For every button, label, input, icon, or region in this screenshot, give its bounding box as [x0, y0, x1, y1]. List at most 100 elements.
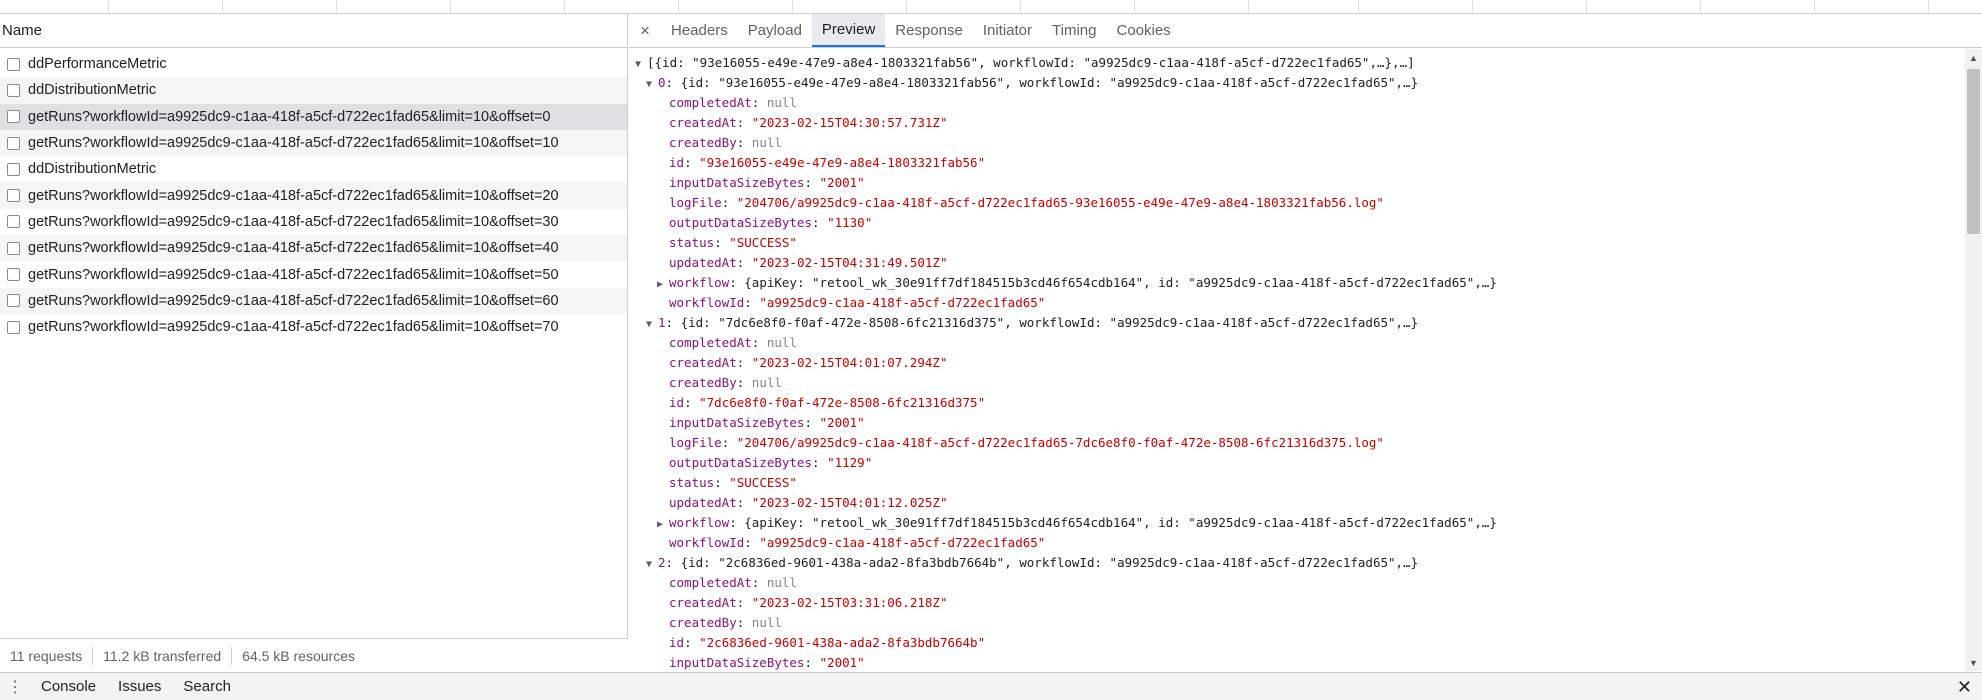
request-name: getRuns?workflowId=a9925dc9-c1aa-418f-a5…	[28, 213, 559, 230]
drawer-tab-search[interactable]: Search	[172, 678, 242, 695]
json-line: status: "SUCCESS"	[629, 473, 1965, 493]
json-line: createdBy: null	[629, 373, 1965, 393]
json-line: createdAt: "2023-02-15T04:30:57.731Z"	[629, 113, 1965, 133]
request-row[interactable]: getRuns?workflowId=a9925dc9-c1aa-418f-a5…	[0, 129, 627, 157]
close-drawer-icon[interactable]: ✕	[1957, 677, 1972, 698]
json-colon: :	[751, 95, 767, 110]
tab-response[interactable]: Response	[885, 14, 973, 47]
tab-cookies[interactable]: Cookies	[1106, 14, 1180, 47]
json-preview: ▼ [{id: "93e16055-e49e-47e9-a8e4-1803321f…	[629, 49, 1965, 671]
checkbox-icon[interactable]	[7, 57, 20, 71]
resources-size: 64.5 kB resources	[242, 647, 355, 664]
request-name: ddDistributionMetric	[28, 161, 157, 178]
timeline-gridline	[1700, 0, 1701, 13]
json-value: "2023-02-15T04:01:07.294Z"	[751, 355, 948, 370]
request-name: getRuns?workflowId=a9925dc9-c1aa-418f-a5…	[28, 266, 559, 283]
timeline-overview[interactable]	[0, 0, 1982, 14]
request-name: ddPerformanceMetric	[28, 56, 167, 73]
checkbox-icon[interactable]	[7, 162, 20, 176]
json-key: completedAt	[669, 335, 752, 350]
json-colon: :	[729, 275, 745, 290]
json-colon: :	[736, 495, 752, 510]
json-value: "204706/a9925dc9-c1aa-418f-a5cf-d722ec1f…	[736, 195, 1384, 210]
network-summary-bar: 11 requests 11.2 kB transferred 64.5 kB …	[0, 638, 628, 672]
expand-arrow-icon[interactable]: ▶	[657, 275, 669, 295]
expand-arrow-icon[interactable]: ▼	[646, 75, 658, 95]
name-column-header[interactable]: Name	[0, 14, 627, 48]
json-colon: :	[736, 615, 752, 630]
drawer-tab-console[interactable]: Console	[30, 678, 107, 695]
checkbox-icon[interactable]	[7, 268, 20, 282]
json-value: null	[751, 135, 782, 150]
json-colon: :	[744, 295, 760, 310]
json-value: null	[751, 375, 782, 390]
expand-arrow-icon[interactable]: ▼	[646, 315, 658, 335]
request-row[interactable]: getRuns?workflowId=a9925dc9-c1aa-418f-a5…	[0, 261, 627, 287]
request-row[interactable]: getRuns?workflowId=a9925dc9-c1aa-418f-a5…	[0, 103, 627, 130]
checkbox-icon[interactable]	[7, 215, 20, 229]
checkbox-icon[interactable]	[7, 294, 20, 308]
json-value: "a9925dc9-c1aa-418f-a5cf-d722ec1fad65"	[759, 295, 1046, 310]
request-row[interactable]: getRuns?workflowId=a9925dc9-c1aa-418f-a5…	[0, 182, 627, 209]
request-row[interactable]: getRuns?workflowId=a9925dc9-c1aa-418f-a5…	[0, 314, 627, 340]
expand-arrow-icon[interactable]: ▶	[657, 515, 669, 535]
expand-arrow-icon[interactable]: ▼	[646, 555, 658, 575]
json-key: createdAt	[669, 115, 737, 130]
timeline-gridline	[1814, 0, 1815, 13]
json-key: workflow	[669, 515, 730, 530]
timeline-gridline	[1586, 0, 1587, 13]
json-key: inputDataSizeBytes	[669, 415, 805, 430]
request-name: getRuns?workflowId=a9925dc9-c1aa-418f-a5…	[28, 135, 559, 152]
json-colon: :	[729, 515, 745, 530]
close-icon[interactable]: ×	[629, 14, 661, 47]
drawer-tab-issues[interactable]: Issues	[107, 678, 172, 695]
tab-initiator[interactable]: Initiator	[973, 14, 1042, 47]
json-line: inputDataSizeBytes: "2001"	[629, 413, 1965, 433]
checkbox-icon[interactable]	[7, 83, 20, 97]
request-row[interactable]: ddDistributionMetric	[0, 156, 627, 182]
tab-preview[interactable]: Preview	[811, 14, 886, 47]
scroll-up-icon[interactable]: ▲	[1965, 49, 1982, 66]
json-key: id	[669, 155, 685, 170]
tab-timing[interactable]: Timing	[1042, 14, 1106, 47]
checkbox-icon[interactable]	[7, 241, 20, 255]
timeline-gridline	[1248, 0, 1249, 13]
json-object-summary: {id: "2c6836ed-9601-438a-ada2-8fa3bdb766…	[680, 555, 1419, 570]
more-menu-icon[interactable]: ⋮	[0, 677, 30, 697]
json-value: null	[766, 335, 797, 350]
json-colon: :	[812, 455, 828, 470]
json-index: 1	[658, 315, 666, 330]
checkbox-icon[interactable]	[7, 136, 20, 150]
timeline-gridline	[450, 0, 451, 13]
preview-scrollbar[interactable]: ▲ ▼	[1965, 49, 1982, 671]
json-value: "SUCCESS"	[729, 475, 797, 490]
json-colon: :	[721, 435, 737, 450]
request-row[interactable]: ddPerformanceMetric	[0, 51, 627, 77]
checkbox-icon[interactable]	[7, 189, 20, 203]
request-row[interactable]: getRuns?workflowId=a9925dc9-c1aa-418f-a5…	[0, 287, 627, 314]
json-key: completedAt	[669, 575, 752, 590]
request-detail-pane: × Headers Payload Preview Response Initiator…	[629, 14, 1982, 672]
json-line: ▼ 2: {id: "2c6836ed-9601-438a-ada2-8fa3bd…	[629, 553, 1965, 573]
request-name: getRuns?workflowId=a9925dc9-c1aa-418f-a5…	[28, 108, 551, 125]
request-row[interactable]: getRuns?workflowId=a9925dc9-c1aa-418f-a5…	[0, 235, 627, 262]
request-name: getRuns?workflowId=a9925dc9-c1aa-418f-a5…	[28, 240, 559, 257]
json-colon: :	[665, 315, 681, 330]
expand-arrow-icon[interactable]: ▼	[635, 55, 647, 75]
tab-headers[interactable]: Headers	[661, 14, 738, 47]
request-list: ddPerformanceMetric ddDistributionMetric g…	[0, 48, 627, 340]
json-object-summary: {id: "93e16055-e49e-47e9-a8e4-1803321fab…	[680, 75, 1419, 90]
scroll-down-icon[interactable]: ▼	[1965, 654, 1982, 671]
scroll-thumb[interactable]	[1967, 69, 1980, 234]
timeline-gridline	[1134, 0, 1135, 13]
request-row[interactable]: ddDistributionMetric	[0, 77, 627, 104]
request-row[interactable]: getRuns?workflowId=a9925dc9-c1aa-418f-a5…	[0, 209, 627, 235]
json-colon: :	[812, 215, 828, 230]
json-line: createdAt: "2023-02-15T04:01:07.294Z"	[629, 353, 1965, 373]
checkbox-icon[interactable]	[7, 320, 20, 334]
checkbox-icon[interactable]	[7, 110, 20, 124]
tab-payload[interactable]: Payload	[738, 14, 812, 47]
json-line: createdAt: "2023-02-15T03:31:06.218Z"	[629, 593, 1965, 613]
json-line: inputDataSizeBytes: "2001"	[629, 173, 1965, 193]
json-value: "7dc6e8f0-f0af-472e-8508-6fc21316d375"	[699, 395, 986, 410]
